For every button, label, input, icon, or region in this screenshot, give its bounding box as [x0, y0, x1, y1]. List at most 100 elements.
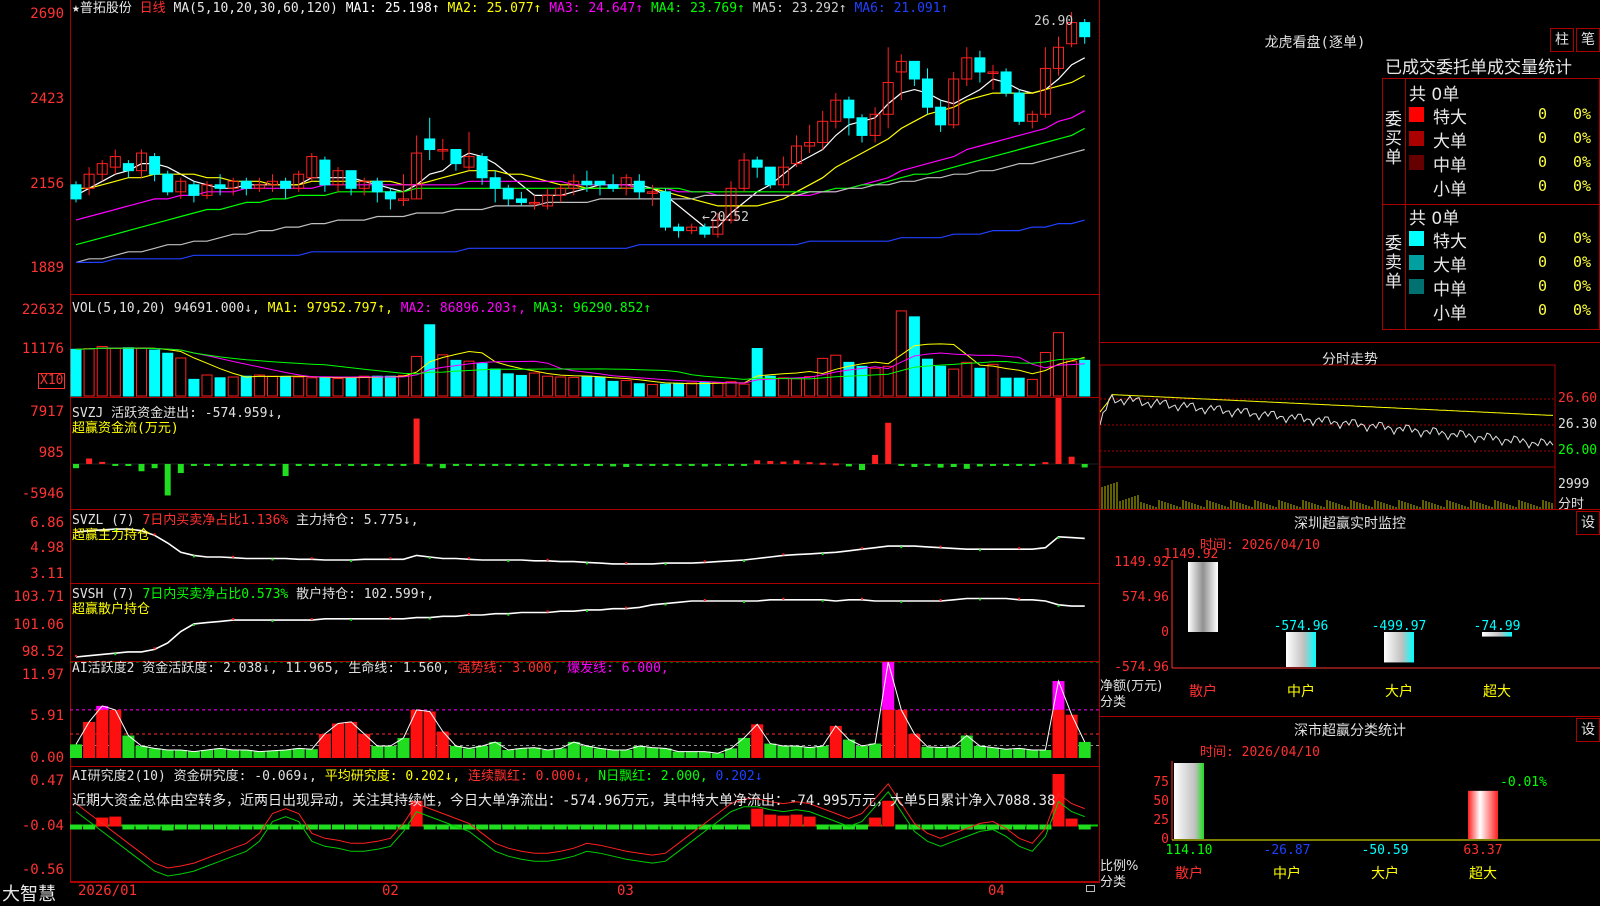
ai1-bar: [973, 745, 986, 758]
ai1-life: 生命线: 1.560,: [340, 661, 450, 676]
volume-bar: [1079, 359, 1091, 397]
svzj-bar: [544, 463, 551, 466]
svzj-bar: [348, 463, 355, 466]
svzl-label: SVZL (7): [72, 513, 143, 528]
ai1-bar: [1065, 714, 1078, 758]
svzj-bar: [335, 463, 341, 466]
volume-bar: [1066, 360, 1078, 397]
candle-body: [149, 156, 161, 175]
candle-body: [1013, 92, 1025, 122]
svsh-label: SVSH (7): [72, 587, 143, 602]
ai2-bar: [214, 824, 227, 830]
ai1-bar: [620, 749, 633, 758]
column-view-button[interactable]: 柱: [1550, 28, 1574, 52]
fltj-bar: [1468, 790, 1498, 839]
candle-body: [319, 159, 331, 186]
volume-bar: [935, 365, 947, 397]
price-high-note: 26.90: [1034, 14, 1074, 29]
ma6-value: MA6: 21.091↑: [854, 1, 949, 16]
ma-line-MA3: [75, 110, 1085, 221]
ai1-bar: [279, 749, 292, 758]
svzj-bar: [675, 463, 682, 466]
buy-row-count: 0: [1538, 129, 1548, 147]
svzj-bar: [990, 463, 996, 466]
lock-icon[interactable]: [1086, 885, 1095, 892]
ai1-bar: [187, 751, 200, 758]
ai2-bar: [816, 824, 829, 830]
candle-body: [162, 173, 174, 193]
svzj-bar: [570, 463, 577, 466]
ai-activity-chart[interactable]: [70, 662, 1100, 767]
price-y-tick: 2690: [30, 6, 64, 22]
period-label[interactable]: 日线: [140, 1, 166, 16]
ai2-bar: [580, 824, 593, 830]
volume-bar: [699, 382, 711, 397]
sz-monitor-value: -574.96: [1274, 619, 1329, 634]
ai1-y-tick: 5.91: [30, 708, 64, 724]
buy-row-label: 中单: [1433, 156, 1467, 176]
svzj-bar: [99, 461, 106, 464]
ai1-bar: [528, 747, 541, 758]
ai1-y-axis: 11.97 5.91 0.00: [0, 662, 70, 767]
ai-research-header: AI研究度2(10) 资金研究度: -0.069↓, 平均研究度: 0.202↓…: [72, 769, 763, 784]
buy-row-label: 小单: [1433, 180, 1467, 200]
svzj-bar: [557, 463, 564, 466]
ai2-bar: [135, 824, 148, 830]
ai2-bar: [515, 824, 528, 830]
svzj-bar: [859, 463, 865, 471]
volume-bar: [358, 375, 370, 397]
sz-monitor-chart[interactable]: 1149.92 574.96 0 -574.96 1149.92 散户 -574.96 中户 -…: [1100, 510, 1600, 717]
svzj-bar: [413, 418, 420, 464]
ai2-bar: [1078, 824, 1091, 830]
ma-label: MA(5,10,20,30,60,120): [173, 1, 338, 16]
price-panel[interactable]: [70, 0, 1100, 295]
volume-bar: [830, 354, 842, 397]
sz-class-chart[interactable]: 7550250114.10散户-26.87中户-50.59大户63.37超大: [1100, 717, 1600, 900]
svzj-bar: [780, 461, 787, 464]
ai1-bar: [711, 753, 724, 758]
svzj-bar: [662, 463, 669, 466]
price-chart[interactable]: [70, 0, 1100, 295]
ai1-y-tick: 0.00: [30, 750, 64, 766]
fltj-value: 63.37: [1463, 843, 1502, 858]
sz-monitor-bar: [1286, 632, 1316, 667]
ai-activity-panel[interactable]: [70, 662, 1100, 767]
candle-body: [594, 180, 606, 186]
volume-bar: [686, 382, 698, 397]
svsh-y-tick: 101.06: [13, 617, 64, 633]
volume-bar: [804, 376, 816, 397]
ai-research-chart[interactable]: [70, 767, 1100, 882]
stock-name[interactable]: ★普拓股份: [72, 1, 132, 16]
ai2-bar: [725, 824, 737, 830]
sz-class-panel[interactable]: 深市超赢分类统计 设 时间: 2026/04/10 75 50 25 0 114.10 散…: [1100, 717, 1600, 900]
vol-value: 94691.000↓,: [173, 301, 260, 316]
volume-bar: [306, 377, 318, 397]
svzj-bar: [714, 463, 721, 466]
tick-view-button[interactable]: 笔: [1576, 28, 1600, 52]
ma-line-MA5: [75, 148, 1085, 263]
intraday-panel[interactable]: 分时走势 26.60 26.30 26.00 2999 分时: [1100, 343, 1600, 512]
volume-bar: [188, 378, 200, 397]
ai2-bar: [332, 824, 344, 830]
ai2-bar: [567, 824, 580, 830]
ai2-bar: [109, 816, 122, 827]
intraday-chart[interactable]: [1100, 343, 1600, 510]
svzj-bar: [1029, 463, 1036, 466]
vol-ma2: MA2: 86896.203↑,: [400, 301, 526, 316]
sz-monitor-category: 大户: [1385, 683, 1413, 700]
ai-research-panel[interactable]: [70, 767, 1100, 882]
sz-monitor-panel[interactable]: 深圳超赢实时监控 设 时间: 2026/04/10 1149.92 574.96 0…: [1100, 510, 1600, 717]
volume-bar: [987, 363, 999, 397]
ai1-bar: [646, 747, 659, 758]
ai1-bar: [410, 709, 423, 758]
ai2-bar: [685, 824, 698, 830]
ai1-bar: [515, 748, 528, 758]
svzj-bar: [819, 462, 826, 465]
volume-bar: [332, 378, 344, 397]
ai2-bar: [947, 824, 960, 830]
ai2-bar: [279, 824, 292, 830]
volume-bar: [345, 376, 357, 397]
svzj-bar: [741, 463, 748, 466]
volume-bar: [96, 346, 108, 397]
ai2-bar: [803, 816, 816, 827]
